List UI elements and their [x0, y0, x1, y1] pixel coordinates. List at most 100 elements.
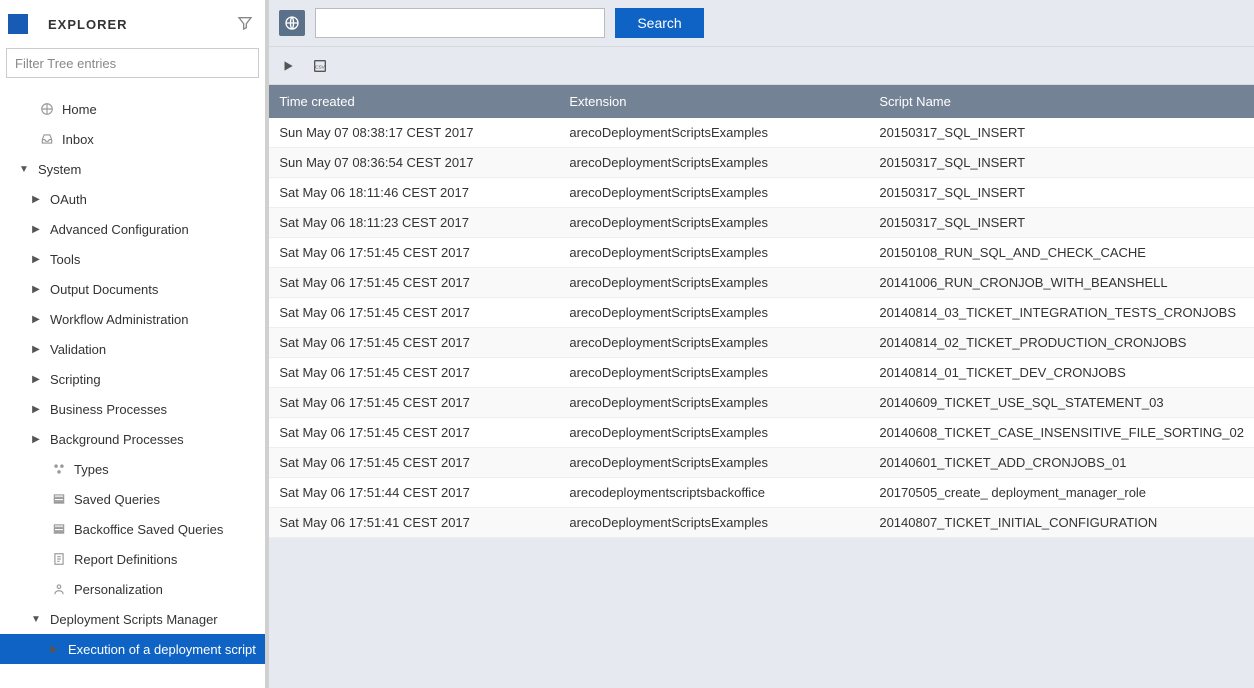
personalization-icon — [50, 582, 68, 596]
app-logo — [8, 14, 28, 34]
run-button[interactable] — [279, 57, 297, 75]
table-cell: Sat May 06 17:51:45 CEST 2017 — [269, 358, 559, 387]
chevron-right-icon: ▶ — [30, 434, 42, 445]
tree-item[interactable]: ▶Tools — [0, 244, 265, 274]
tree-item[interactable]: ▶Background Processes — [0, 424, 265, 454]
tree-item-label: Home — [62, 102, 97, 117]
tree-item-label: Tools — [50, 252, 80, 267]
filter-tree-input[interactable] — [6, 48, 259, 78]
tree-item-label: Execution of a deployment script — [68, 642, 256, 657]
table-cell: arecoDeploymentScriptsExamples — [559, 448, 869, 477]
main-panel: Search CSV Time created Extension Script… — [269, 0, 1254, 688]
chevron-down-icon: ▼ — [30, 614, 42, 625]
export-csv-button[interactable]: CSV — [311, 57, 329, 75]
table-header-row: Time created Extension Script Name — [269, 85, 1254, 118]
table-row[interactable]: Sat May 06 17:51:45 CEST 2017arecoDeploy… — [269, 448, 1254, 478]
tree-item[interactable]: Home — [0, 94, 265, 124]
table-cell: 20140609_TICKET_USE_SQL_STATEMENT_03 — [869, 388, 1254, 417]
search-input[interactable] — [315, 8, 605, 38]
tree-item-label: Saved Queries — [74, 492, 160, 507]
tree-item[interactable]: ▶Business Processes — [0, 394, 265, 424]
table-row[interactable]: Sun May 07 08:36:54 CEST 2017arecoDeploy… — [269, 148, 1254, 178]
table-row[interactable]: Sun May 07 08:38:17 CEST 2017arecoDeploy… — [269, 118, 1254, 148]
table-cell: Sat May 06 17:51:45 CEST 2017 — [269, 298, 559, 327]
tree-item-label: Backoffice Saved Queries — [74, 522, 223, 537]
tree-item-label: Types — [74, 462, 109, 477]
table-row[interactable]: Sat May 06 17:51:45 CEST 2017arecoDeploy… — [269, 268, 1254, 298]
table-cell: arecoDeploymentScriptsExamples — [559, 358, 869, 387]
sidebar: EXPLORER HomeInbox▼System▶OAuth▶Advanced… — [0, 0, 269, 688]
tree-item[interactable]: ▼System — [0, 154, 265, 184]
tree-item[interactable]: ▼Deployment Scripts Manager — [0, 604, 265, 634]
tree-item[interactable]: Report Definitions — [0, 544, 265, 574]
column-header-extension[interactable]: Extension — [559, 85, 869, 118]
table-cell: arecodeploymentscriptsbackoffice — [559, 478, 869, 507]
table-row[interactable]: Sat May 06 17:51:44 CEST 2017arecodeploy… — [269, 478, 1254, 508]
tree-item-label: Scripting — [50, 372, 101, 387]
tree-item[interactable]: ▶OAuth — [0, 184, 265, 214]
column-header-time[interactable]: Time created — [269, 85, 559, 118]
table-row[interactable]: Sat May 06 17:51:41 CEST 2017arecoDeploy… — [269, 508, 1254, 538]
table-cell: arecoDeploymentScriptsExamples — [559, 268, 869, 297]
table-cell: 20140601_TICKET_ADD_CRONJOBS_01 — [869, 448, 1254, 477]
table-cell: Sat May 06 17:51:44 CEST 2017 — [269, 478, 559, 507]
table-row[interactable]: Sat May 06 17:51:45 CEST 2017arecoDeploy… — [269, 388, 1254, 418]
table-row[interactable]: Sat May 06 17:51:45 CEST 2017arecoDeploy… — [269, 358, 1254, 388]
tree-item[interactable]: ▶Validation — [0, 334, 265, 364]
tree-item-label: Output Documents — [50, 282, 158, 297]
table-cell: 20140814_01_TICKET_DEV_CRONJOBS — [869, 358, 1254, 387]
tree-item[interactable]: Saved Queries — [0, 484, 265, 514]
table-row[interactable]: Sat May 06 18:11:23 CEST 2017arecoDeploy… — [269, 208, 1254, 238]
column-header-script-name[interactable]: Script Name — [869, 85, 1254, 118]
table-cell: Sat May 06 18:11:46 CEST 2017 — [269, 178, 559, 207]
tree-item[interactable]: ▶Advanced Configuration — [0, 214, 265, 244]
table-row[interactable]: Sat May 06 17:51:45 CEST 2017arecoDeploy… — [269, 328, 1254, 358]
actions-toolbar: CSV — [269, 47, 1254, 85]
tree-item-label: Workflow Administration — [50, 312, 188, 327]
table-row[interactable]: Sat May 06 17:51:45 CEST 2017arecoDeploy… — [269, 238, 1254, 268]
table-cell: arecoDeploymentScriptsExamples — [559, 418, 869, 447]
table-cell: Sat May 06 17:51:45 CEST 2017 — [269, 418, 559, 447]
table-row[interactable]: Sat May 06 17:51:45 CEST 2017arecoDeploy… — [269, 298, 1254, 328]
tree-item-label: Personalization — [74, 582, 163, 597]
tree-item-label: Business Processes — [50, 402, 167, 417]
tree-item[interactable]: Backoffice Saved Queries — [0, 514, 265, 544]
tree-item[interactable]: Inbox — [0, 124, 265, 154]
report-icon — [50, 552, 68, 566]
table-cell: Sun May 07 08:36:54 CEST 2017 — [269, 148, 559, 177]
chevron-right-icon: ▶ — [30, 224, 42, 235]
chevron-right-icon: ▶ — [30, 284, 42, 295]
filter-icon[interactable] — [237, 15, 253, 34]
table-cell: Sun May 07 08:38:17 CEST 2017 — [269, 118, 559, 147]
table-cell: 20140814_02_TICKET_PRODUCTION_CRONJOBS — [869, 328, 1254, 357]
chevron-right-icon: ▶ — [30, 344, 42, 355]
tree-item-label: System — [38, 162, 81, 177]
table-cell: arecoDeploymentScriptsExamples — [559, 238, 869, 267]
tree-item[interactable]: ▶ Execution of a deployment script — [0, 634, 265, 664]
table-cell: 20140807_TICKET_INITIAL_CONFIGURATION — [869, 508, 1254, 537]
chevron-right-icon: ▶ — [30, 374, 42, 385]
tree-item[interactable]: Personalization — [0, 574, 265, 604]
tree-item[interactable]: Types — [0, 454, 265, 484]
table-row[interactable]: Sat May 06 17:51:45 CEST 2017arecoDeploy… — [269, 418, 1254, 448]
tree-item[interactable]: ▶ Scripting — [0, 364, 265, 394]
search-button[interactable]: Search — [615, 8, 703, 38]
locale-button[interactable] — [279, 10, 305, 36]
table-cell: Sat May 06 17:51:45 CEST 2017 — [269, 388, 559, 417]
table-cell: Sat May 06 18:11:23 CEST 2017 — [269, 208, 559, 237]
results-table: Time created Extension Script Name Sun M… — [269, 85, 1254, 538]
table-cell: 20150317_SQL_INSERT — [869, 178, 1254, 207]
tree-item[interactable]: ▶ Workflow Administration — [0, 304, 265, 334]
table-cell: 20170505_create_ deployment_manager_role — [869, 478, 1254, 507]
table-cell: 20150108_RUN_SQL_AND_CHECK_CACHE — [869, 238, 1254, 267]
chevron-right-icon: ▶ — [30, 314, 42, 325]
table-cell: arecoDeploymentScriptsExamples — [559, 178, 869, 207]
tree-item[interactable]: ▶ Output Documents — [0, 274, 265, 304]
sidebar-title: EXPLORER — [48, 17, 237, 32]
chevron-right-icon: ▶ — [48, 644, 60, 655]
query-icon — [50, 492, 68, 506]
sidebar-header: EXPLORER — [0, 0, 265, 48]
table-cell: 20150317_SQL_INSERT — [869, 208, 1254, 237]
table-row[interactable]: Sat May 06 18:11:46 CEST 2017arecoDeploy… — [269, 178, 1254, 208]
table-cell: Sat May 06 17:51:45 CEST 2017 — [269, 238, 559, 267]
